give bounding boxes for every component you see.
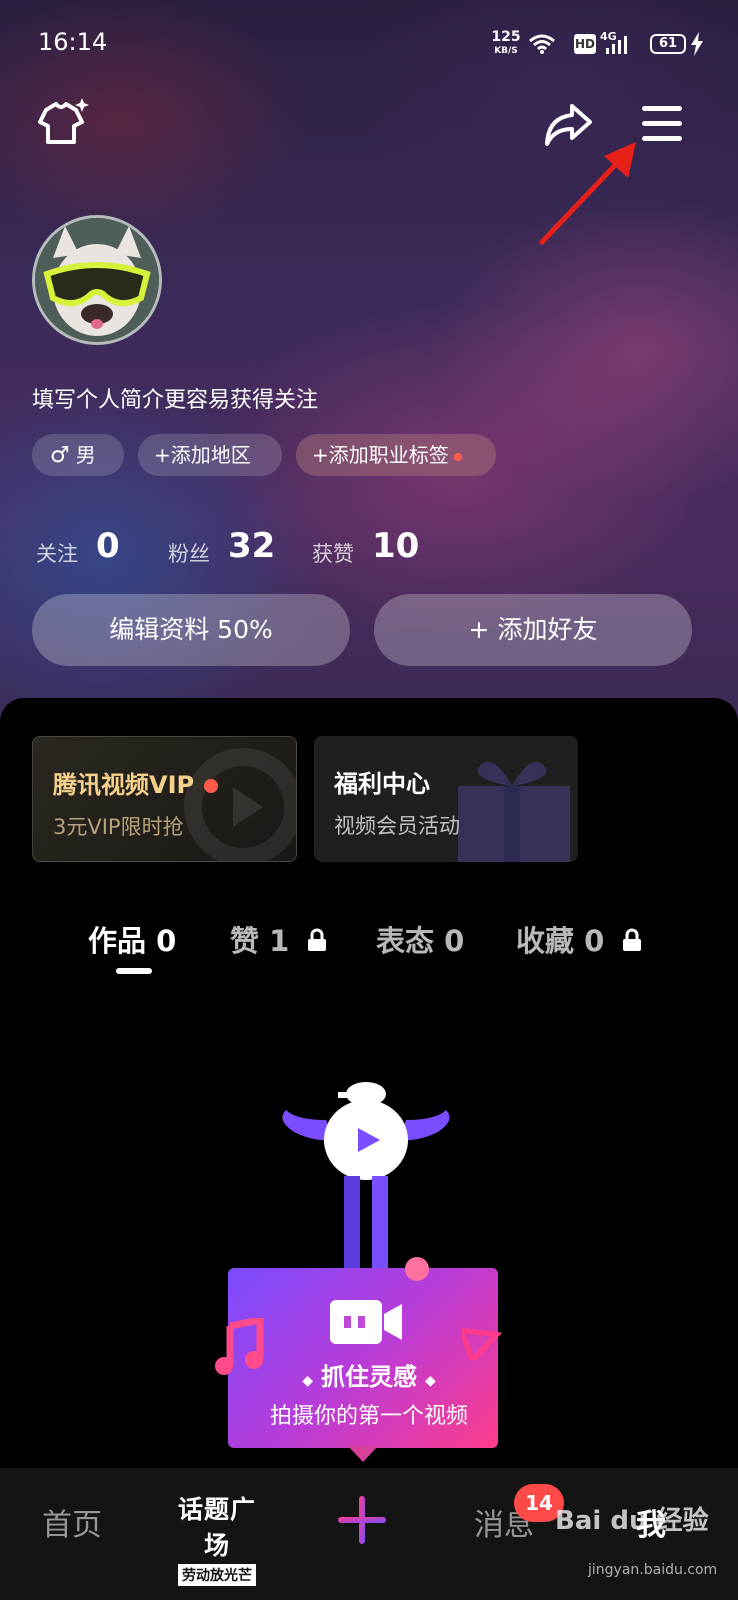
nav-home[interactable]: 首页 [42,1500,102,1544]
vip-card-title: 腾讯视频VIP [53,765,219,800]
fans-count[interactable]: 32 [228,526,275,566]
avatar[interactable] [32,215,162,345]
prompt-subtitle: 拍摄你的第一个视频 [269,1404,468,1429]
topic-square-title: 话题广场 [177,1495,256,1560]
tab-liked[interactable]: 赞 1 [230,918,327,960]
gender-tag[interactable]: ♂ 男 [32,434,124,476]
welfare-center-card[interactable]: 福利中心 视频会员活动 [314,736,578,862]
tab-works[interactable]: 作品 0 [88,918,176,960]
signal-icon [606,36,627,54]
add-career-label: +添加职业标签 [312,443,449,467]
tab-favorites[interactable]: 收藏 0 [516,918,642,960]
prompt-title: ◆ 抓住灵感 ◆ [0,1357,738,1392]
triangle-decoration [462,1327,502,1360]
prompt-pointer [348,1446,378,1462]
fans-label[interactable]: 粉丝 [168,538,210,568]
status-bar: 16:14 125 KB/S HD 4G 61 [0,0,738,90]
likes-count[interactable]: 10 [372,526,419,566]
tab-liked-label: 赞 1 [230,924,290,958]
add-region-tag[interactable]: +添加地区 [138,434,282,476]
network-speed: 125 KB/S [488,30,524,58]
nav-topic-square[interactable]: 话题广场 劳动放光芒 [166,1490,268,1586]
baidu-watermark: Bai du 经验 [555,1506,709,1536]
video-camera-icon [330,1300,402,1344]
network-speed-value: 125 [491,29,521,45]
tab-favorites-label: 收藏 0 [516,924,605,958]
welfare-card-title: 福利中心 [334,770,430,798]
create-plus-icon[interactable] [336,1494,388,1546]
tab-indicator [116,968,152,974]
battery-indicator: 61 [650,34,686,54]
vip-card-subtitle: 3元VIP限时抢 [53,815,184,839]
tab-reactions[interactable]: 表态 0 [376,918,464,960]
male-icon: ♂ [50,443,70,468]
new-dot [453,452,462,461]
add-friend-button[interactable]: + 添加好友 [374,594,692,666]
welfare-card-subtitle: 视频会员活动 [334,814,460,838]
avatar-dog-image [35,218,159,342]
add-region-label: +添加地区 [154,443,251,467]
tab-reactions-label: 表态 0 [376,924,465,958]
network-speed-unit: KB/S [494,46,518,56]
hd-indicator: HD [574,34,596,54]
bio-placeholder[interactable]: 填写个人简介更容易获得关注 [32,382,318,414]
following-count[interactable]: 0 [96,526,120,566]
gender-label: 男 [75,443,96,467]
sparkle-icon: ◆ [425,1373,436,1389]
new-dot [204,779,219,793]
wifi-icon [529,34,555,54]
topic-square-subtitle: 劳动放光芒 [178,1564,256,1586]
annotation-arrow [539,142,636,245]
lock-icon [623,928,642,951]
gift-icon [458,762,570,862]
following-label[interactable]: 关注 [36,538,78,568]
add-career-tag[interactable]: +添加职业标签 [296,434,496,476]
edit-profile-button[interactable]: 编辑资料 50% [32,594,350,666]
likes-label[interactable]: 获赞 [312,538,354,568]
outfit-icon[interactable] [32,96,92,148]
watermark-url: jingyan.baidu.com [588,1562,718,1578]
bubble-decoration [405,1257,429,1281]
empty-state-illustration [282,1082,450,1276]
lock-icon [308,928,327,951]
sparkle-icon: ◆ [302,1373,313,1389]
vip-card-title-text: 腾讯视频VIP [53,771,195,799]
prompt-title-text: 抓住灵感 [321,1363,417,1391]
menu-icon[interactable] [640,104,684,144]
tab-works-label: 作品 0 [88,924,177,958]
status-time: 16:14 [38,28,108,56]
charging-icon [691,32,703,56]
vip-promo-card[interactable]: 腾讯视频VIP 3元VIP限时抢 [32,736,297,862]
